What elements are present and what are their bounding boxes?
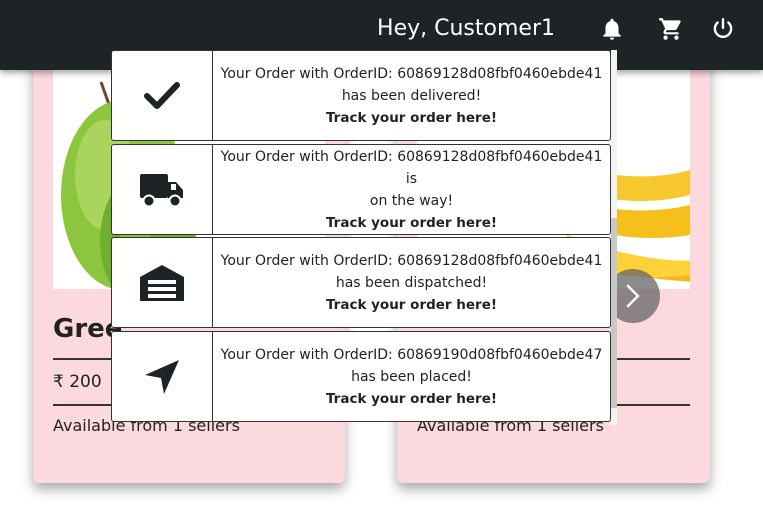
notification-message: Your Order with OrderID: 60869128d08fbf0… xyxy=(220,148,603,187)
warehouse-icon xyxy=(112,238,213,327)
cart-icon[interactable] xyxy=(658,16,684,42)
notification-item[interactable]: Your Order with OrderID: 60869128d08fbf0… xyxy=(111,237,611,328)
track-order-link[interactable]: Track your order here! xyxy=(326,212,497,234)
check-icon xyxy=(112,51,213,140)
product-price: ₹ 200 xyxy=(53,372,102,392)
notification-status: has been delivered! xyxy=(341,87,482,104)
notification-message: Your Order with OrderID: 60869128d08fbf0… xyxy=(220,65,603,82)
notifications-dropdown: Your Order with OrderID: 60869128d08fbf0… xyxy=(111,50,617,425)
scrollbar-thumb[interactable] xyxy=(611,218,617,408)
notification-item[interactable]: Your Order with OrderID: 60869190d08fbf0… xyxy=(111,331,611,422)
notification-message: Your Order with OrderID: 60869190d08fbf0… xyxy=(220,346,603,363)
location-arrow-icon xyxy=(112,332,213,421)
power-icon[interactable] xyxy=(710,16,736,42)
user-greeting: Hey, Customer1 xyxy=(377,16,555,41)
notification-status: has been dispatched! xyxy=(335,274,488,291)
track-order-link[interactable]: Track your order here! xyxy=(326,388,497,410)
notification-status: has been placed! xyxy=(351,368,472,385)
bell-icon[interactable] xyxy=(599,16,625,42)
notification-message: Your Order with OrderID: 60869128d08fbf0… xyxy=(220,252,603,269)
track-order-link[interactable]: Track your order here! xyxy=(326,107,497,129)
track-order-link[interactable]: Track your order here! xyxy=(326,294,497,316)
truck-icon xyxy=(112,145,213,234)
notification-status: on the way! xyxy=(369,192,454,209)
chevron-right-icon xyxy=(626,284,640,308)
notification-item[interactable]: Your Order with OrderID: 60869128d08fbf0… xyxy=(111,144,611,235)
notification-item[interactable]: Your Order with OrderID: 60869128d08fbf0… xyxy=(111,50,611,141)
